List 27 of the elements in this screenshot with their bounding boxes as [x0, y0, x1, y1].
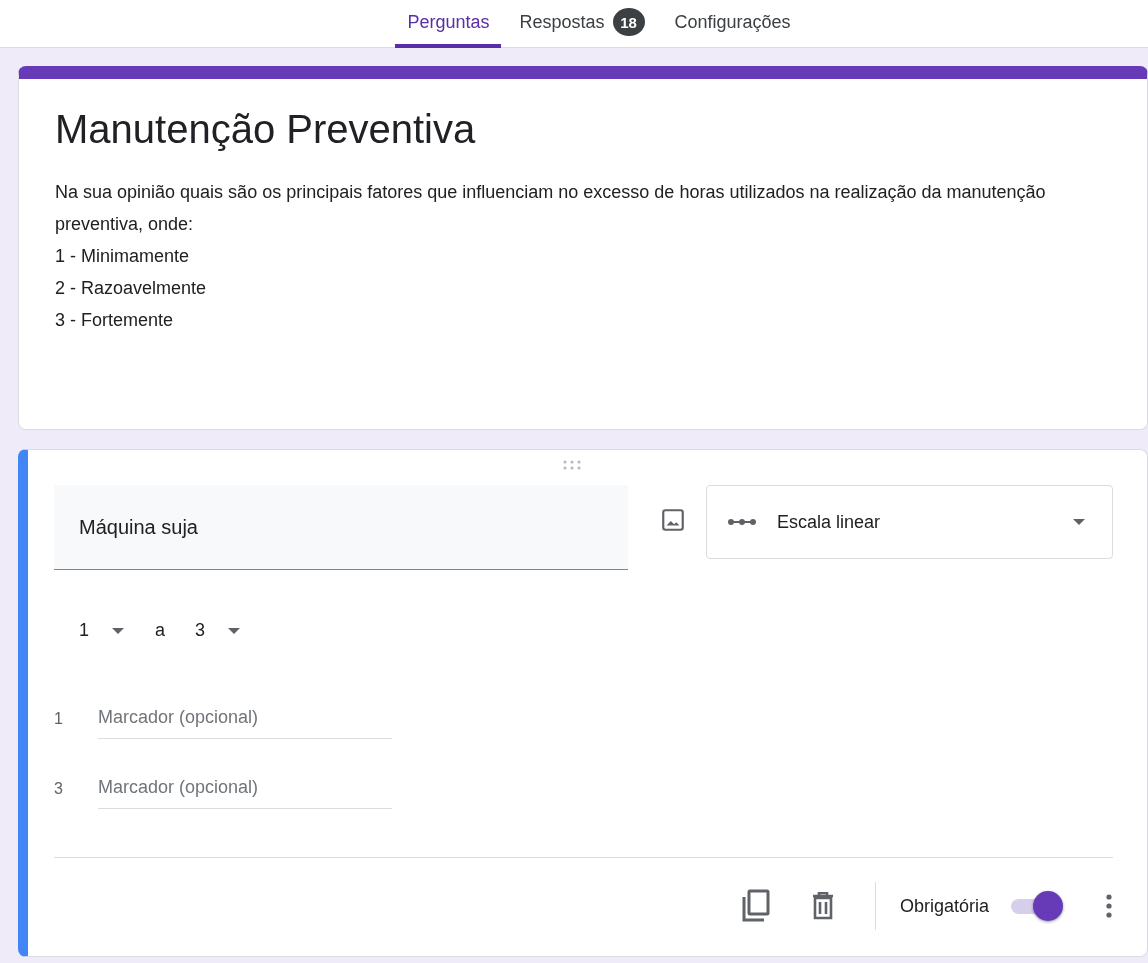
form-title: Manutenção Preventiva [55, 107, 477, 152]
description-line: 1 - Minimamente [55, 245, 191, 268]
tab[interactable]: Respostas 18 [507, 0, 657, 48]
image-icon[interactable] [660, 507, 686, 533]
linear-scale-icon [727, 517, 757, 527]
more-options-icon[interactable] [1105, 893, 1113, 919]
copy-icon[interactable] [740, 889, 771, 923]
tab[interactable]: Perguntas [395, 0, 502, 48]
description-line: 3 - Fortemente [55, 309, 175, 332]
count-badge: 18 [612, 8, 645, 36]
question-type-label: Escala linear [777, 511, 882, 533]
range-separator: a [155, 620, 166, 641]
required-label: Obrigatória [899, 895, 989, 917]
scale-start-dropdown[interactable]: 1 [79, 620, 125, 641]
question-title-field[interactable]: Máquina suja [54, 485, 628, 570]
description-line: Na sua opinião quais são os principais fatores que influenciam no excesso de horas utilizados na realização da manutenção preventiva, onde: [55, 181, 1047, 236]
scale-end-dropdown[interactable]: 3 [195, 620, 242, 641]
scale-number: 3 [54, 780, 64, 798]
caret-icon [111, 626, 125, 635]
required-toggle[interactable] [1009, 891, 1065, 921]
description-line: 2 - Razoavelmente [55, 277, 208, 300]
tab[interactable]: Configurações [662, 0, 803, 48]
caret-icon [227, 626, 242, 635]
caret-icon [1072, 518, 1086, 526]
scale-number: 1 [54, 710, 64, 728]
question-type-dropdown[interactable]: Escala linear [706, 485, 1113, 559]
delete-icon[interactable] [810, 892, 835, 920]
